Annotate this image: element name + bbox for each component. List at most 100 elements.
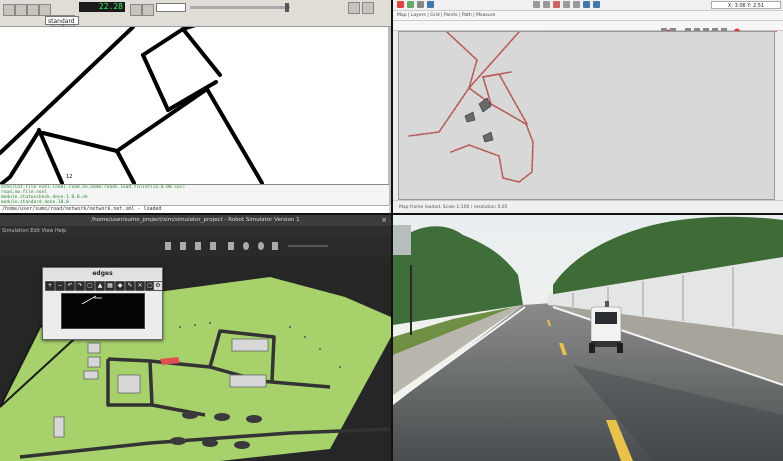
vehicle-object [214,413,230,421]
message-console: echo(lat.file nsel.load).road.nn.name:ro… [0,184,389,205]
slider-knob[interactable] [285,3,289,12]
settings-icon[interactable] [272,242,278,250]
zoom-icon[interactable] [348,2,360,14]
fence-post [289,326,291,328]
building [117,374,141,394]
step-forward-icon[interactable] [210,242,216,250]
status-bar: /home/user/sumo/road/network/network.net… [0,205,389,213]
vehicle-object [246,415,262,423]
coordinate-readout: X: 3.06 Y: 2.51 [711,1,781,9]
road-segment [115,149,136,185]
lamp-post [410,265,412,335]
frame-icon[interactable]: ▢ [85,281,95,291]
road-segment [181,27,222,77]
street-photo-drawing [393,215,783,461]
marker-icon[interactable] [553,1,560,8]
record-icon[interactable] [397,1,404,8]
zoom-in-icon[interactable] [583,1,590,8]
road-segment [41,131,119,153]
play-icon[interactable] [407,1,414,8]
building-background [393,225,411,255]
status-text: Map frame loaded. Scale 1:100 / resoluti… [399,205,508,210]
diamond-icon[interactable]: ◆ [115,281,125,291]
save-icon[interactable] [427,1,434,8]
select-icon[interactable] [573,1,580,8]
delete-icon[interactable]: ✕ [135,281,145,291]
viewer-menubar: X: 3.06 Y: 2.51 [393,0,783,11]
grid-icon[interactable] [533,1,540,8]
building [229,374,267,388]
grid-icon[interactable]: ▦ [105,281,115,291]
edges-preview-drawing [81,295,102,305]
viewer-status-bar: Map frame loaded. Scale 1:100 / resoluti… [393,200,783,213]
road-segment [205,87,264,185]
network-canvas[interactable]: 12 [0,20,389,187]
pause-icon[interactable] [417,1,424,8]
fence-post [209,322,211,324]
edges-preview-canvas[interactable] [61,293,145,329]
undo-icon[interactable]: ↶ [65,281,75,291]
simulator-title-bar: /home/user/sumo_project/sim/simulator_pr… [0,215,391,226]
stop-icon[interactable] [228,242,234,250]
editor-toolbar: 22.28 standard [0,0,391,27]
vehicle-object [170,437,186,445]
edges-dialog-title: edges [43,268,162,280]
building [53,416,65,438]
route-map-drawing [408,31,534,183]
occupancy-map-canvas[interactable] [398,31,775,200]
autonomous-delivery-vehicle [589,301,623,353]
robot-marker [464,111,476,123]
building [83,370,99,380]
route-path [482,71,512,78]
map-viewer-window: X: 3.06 Y: 2.51 Map | Layers | Grid | Po… [393,0,783,213]
delay-dropdown[interactable] [156,3,186,12]
map-node-label: 12 [66,174,72,180]
road-segment [141,53,170,112]
reload-icon[interactable] [39,4,51,16]
building [231,338,269,352]
road-network-editor-window: 22.28 standard 12 echo(lat.file nsel.loa… [0,0,391,213]
layers-icon[interactable] [543,1,550,8]
road-segment [0,129,41,187]
fence-post [179,326,181,328]
edit-icon[interactable]: ✎ [125,281,135,291]
road-segment [141,20,207,57]
step-back-icon[interactable] [195,242,201,250]
fence-post [339,366,341,368]
add-icon[interactable]: + [45,281,55,291]
locate-icon[interactable] [362,2,374,14]
redo-icon[interactable]: ↷ [75,281,85,291]
camera-icon[interactable] [258,242,264,250]
viewer-timeline [393,21,783,35]
route-path [446,31,478,89]
new-icon[interactable] [3,4,15,16]
viewer-subtoolbar: Map | Layers | Grid | Points | Path | Me… [393,11,783,21]
delay-icon[interactable] [142,4,154,16]
view-scheme-dropdown[interactable]: standard [45,16,79,25]
robot-simulator-window: /home/user/sumo_project/sim/simulator_pr… [0,215,391,461]
vertical-scrollbar[interactable] [388,27,391,205]
panel-icon[interactable]: ⚙ [153,281,163,291]
record-icon[interactable] [243,242,249,250]
remove-icon[interactable]: − [55,281,65,291]
close-icon[interactable]: × [381,215,387,226]
route-path [481,73,528,125]
play-icon[interactable] [165,242,171,250]
open-icon[interactable] [15,4,27,16]
road-segment [0,25,135,155]
triangle-icon[interactable]: ▲ [95,281,105,291]
3d-world-view[interactable]: edges + − ↶ ↷ ▢ ▲ ▦ ◆ ✎ ✕ ▢ ⚙ [0,257,391,461]
simulator-menubar[interactable]: Simulation Edit View Help [0,226,391,236]
subtoolbar-label: Map | Layers | Grid | Points | Path | Me… [397,13,496,18]
time-display: 22.28 [79,2,125,12]
save-icon[interactable] [27,4,39,16]
road-network-drawing: 12 [0,20,264,187]
delay-slider[interactable] [190,3,290,12]
zoom-out-icon[interactable] [593,1,600,8]
speed-slider[interactable] [288,245,328,247]
ruler-icon[interactable] [563,1,570,8]
fence-post [194,324,196,326]
step-icon[interactable] [130,4,142,16]
pause-icon[interactable] [180,242,186,250]
building [87,356,101,368]
